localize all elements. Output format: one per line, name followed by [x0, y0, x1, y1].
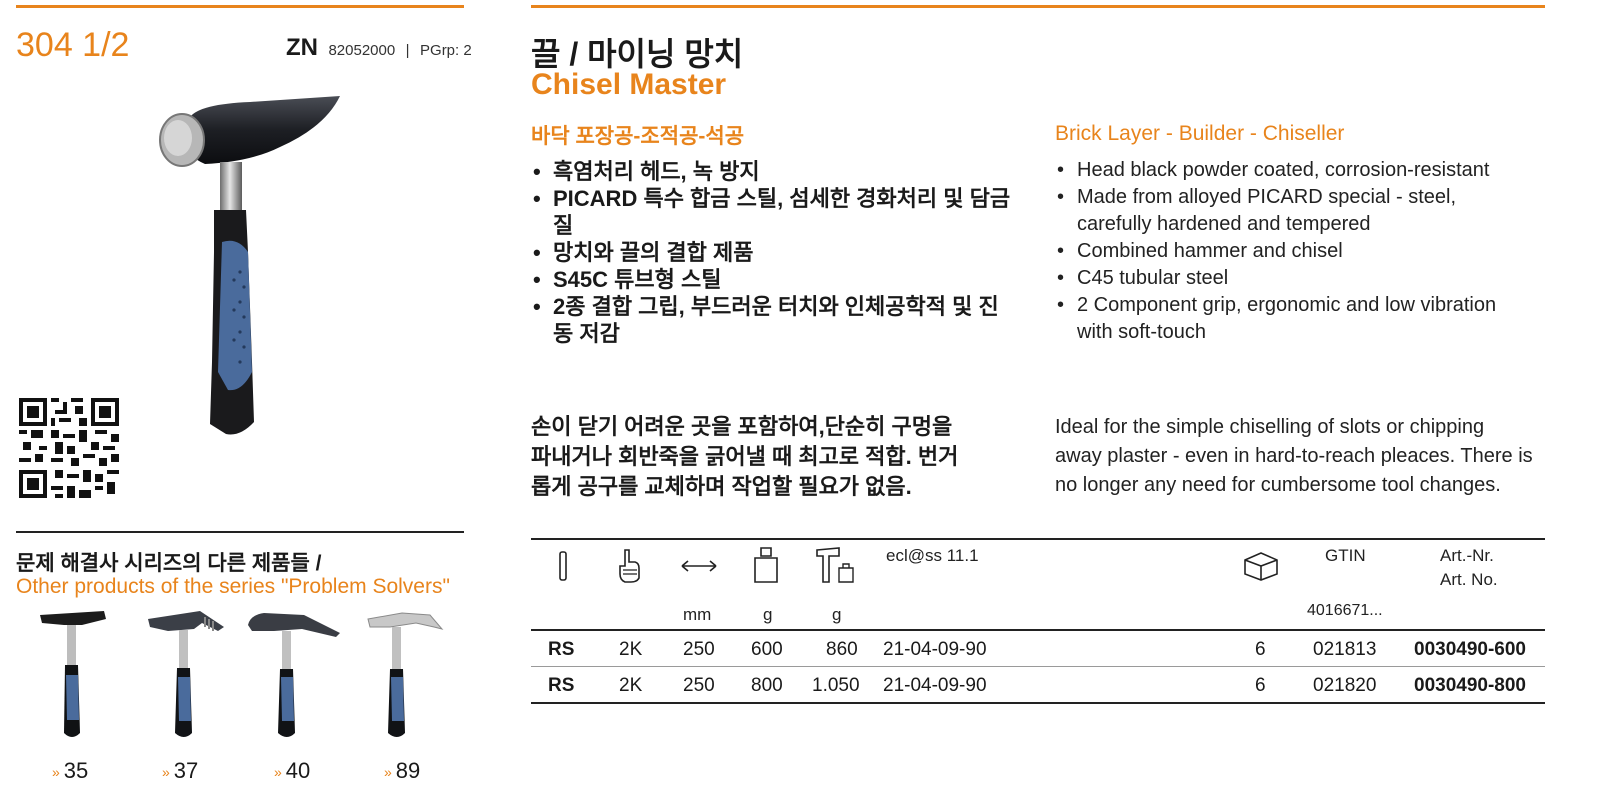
- cell-gtin: 021820: [1313, 675, 1377, 696]
- table-top-rule: [531, 538, 1545, 540]
- ref-arrow-icon: »: [384, 764, 392, 781]
- art-no-header: Art. No.: [1440, 570, 1498, 589]
- product-image: [159, 96, 340, 435]
- feature-item: Made from alloyed PICARD special - steel…: [1055, 184, 1535, 238]
- trades-en: Brick Layer - Builder - Chiseller: [1055, 122, 1345, 145]
- series-title-en: Other products of the series "Problem So…: [16, 575, 450, 598]
- pgrp-label: PGrp: 2: [420, 42, 472, 59]
- series-ref-1[interactable]: » 35: [52, 758, 88, 784]
- cell-grip: 2K: [619, 675, 643, 696]
- feature-item: S45C 튜브형 스틸: [531, 266, 1016, 293]
- zn-line: ZN 82052000 | PGrp: 2: [286, 34, 472, 62]
- unit-length: mm: [683, 605, 712, 624]
- art-nr-header: Art.-Nr.: [1440, 546, 1494, 565]
- cell-total: 1.050: [812, 675, 860, 696]
- trades-ko: 바닥 포장공-조적공-석공: [531, 125, 745, 148]
- cell-pack: 6: [1255, 639, 1266, 660]
- description-en: Ideal for the simple chiselling of slots…: [1055, 416, 1533, 496]
- cell-total: 860: [826, 639, 858, 660]
- cell-length: 250: [683, 639, 715, 660]
- model-number: 304 1/2: [16, 26, 130, 64]
- zn-label: ZN: [286, 34, 318, 61]
- ref-page: 37: [173, 758, 199, 783]
- length-arrow-icon: [681, 560, 717, 572]
- feature-item: PICARD 특수 합금 스틸, 섬세한 경화처리 및 담금질: [531, 185, 1016, 239]
- hammer-weight-icon: [816, 547, 854, 583]
- table-bottom-rule: [531, 702, 1545, 704]
- weight-icon: [754, 547, 778, 583]
- right-top-rule: [531, 5, 1545, 8]
- feature-item: 2종 결합 그립, 부드러운 터치와 인체공학적 및 진동 저감: [531, 293, 1016, 347]
- feature-item: C45 tubular steel: [1055, 265, 1535, 292]
- series-product-image-1[interactable]: [34, 605, 114, 755]
- ref-page: 40: [285, 758, 311, 783]
- series-product-image-3[interactable]: [244, 605, 344, 755]
- cell-head: RS: [548, 639, 575, 660]
- series-ref-3[interactable]: » 40: [274, 758, 310, 784]
- cell-art-no[interactable]: 0030490-800: [1414, 675, 1526, 697]
- qr-code-icon: [19, 398, 119, 498]
- series-ref-2[interactable]: » 37: [162, 758, 198, 784]
- ref-arrow-icon: »: [274, 764, 282, 781]
- table-header-rule: [531, 629, 1545, 631]
- unit-weight: g: [763, 605, 773, 624]
- gtin-prefix: 4016671...: [1307, 602, 1383, 619]
- series-product-image-2[interactable]: [144, 605, 229, 755]
- cell-eclass: 21-04-09-90: [883, 639, 987, 660]
- feature-item: 2 Component grip, ergonomic and low vibr…: [1055, 292, 1535, 346]
- series-title-ko: 문제 해결사 시리즈의 다른 제품들 /: [16, 552, 322, 575]
- cell-grip: 2K: [619, 639, 643, 660]
- features-list-ko: 흑염처리 헤드, 녹 방지 PICARD 특수 합금 스틸, 섬세한 경화처리 …: [531, 158, 1016, 347]
- product-title-en: Chisel Master: [531, 68, 727, 101]
- handle-icon: [559, 551, 567, 581]
- series-top-rule: [16, 531, 464, 533]
- ref-arrow-icon: »: [162, 764, 170, 781]
- cell-weight: 600: [751, 639, 783, 660]
- cell-pack: 6: [1255, 675, 1266, 696]
- unit-total: g: [832, 605, 842, 624]
- ref-page: 35: [63, 758, 89, 783]
- feature-item: Head black powder coated, corrosion-resi…: [1055, 157, 1535, 184]
- ref-arrow-icon: »: [52, 764, 60, 781]
- ref-page: 89: [395, 758, 421, 783]
- cell-head: RS: [548, 675, 575, 696]
- package-box-icon: [1244, 552, 1278, 581]
- series-product-image-4[interactable]: [362, 605, 447, 755]
- gtin-header: GTIN: [1325, 546, 1366, 565]
- eclass-header: ecl@ss 11.1: [886, 546, 979, 565]
- cell-art-no[interactable]: 0030490-600: [1414, 639, 1526, 661]
- cell-eclass: 21-04-09-90: [883, 675, 987, 696]
- feature-item: Combined hammer and chisel: [1055, 238, 1535, 265]
- zn-number: 82052000: [328, 42, 396, 59]
- series-ref-4[interactable]: » 89: [384, 758, 420, 784]
- feature-item: 망치와 끌의 결합 제품: [531, 239, 1016, 266]
- cell-length: 250: [683, 675, 715, 696]
- zn-separator: |: [405, 42, 410, 59]
- cell-weight: 800: [751, 675, 783, 696]
- description-ko: 손이 닫기 어려운 곳을 포함하여,단순히 구멍을 파내거나 회반죽을 긁어낼 …: [531, 414, 959, 499]
- feature-item: 흑염처리 헤드, 녹 방지: [531, 158, 1016, 185]
- row-divider: [531, 666, 1545, 667]
- grip-icon: [619, 549, 640, 583]
- left-top-rule: [16, 5, 464, 8]
- cell-gtin: 021813: [1313, 639, 1377, 660]
- features-list-en: Head black powder coated, corrosion-resi…: [1055, 157, 1535, 346]
